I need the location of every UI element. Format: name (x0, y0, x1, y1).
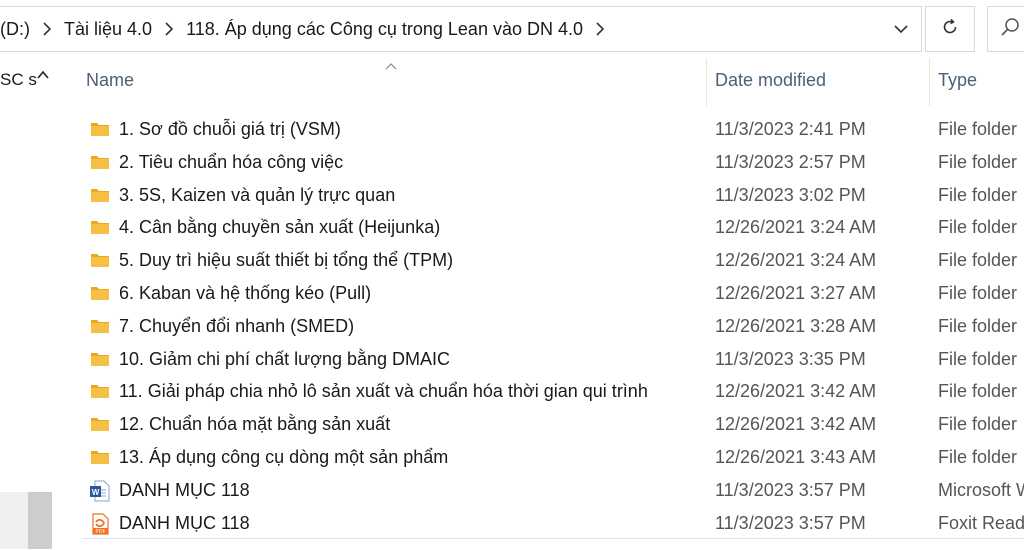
refresh-icon (941, 18, 959, 41)
file-type: File folder (938, 381, 1018, 402)
file-date: 12/26/2021 3:42 AM (715, 414, 877, 435)
breadcrumb-current[interactable]: 118. Áp dụng các Công cụ trong Lean vào … (180, 19, 589, 40)
file-row[interactable]: 6. Kaban và hệ thống kéo (Pull) 12/26/202… (82, 277, 1024, 310)
chevron-right-icon[interactable] (38, 19, 56, 39)
file-row[interactable]: 11. Giải pháp chia nhỏ lô sản xuất và ch… (82, 375, 1024, 408)
file-date: 12/26/2021 3:24 AM (715, 217, 877, 238)
file-name: 7. Chuyển đổi nhanh (SMED) (119, 315, 355, 336)
file-row[interactable]: 10. Giảm chi phí chất lượng bằng DMAIC 11… (82, 343, 1024, 376)
file-name: 5. Duy trì hiệu suất thiết bị tổng thể (… (119, 250, 454, 271)
file-type: File folder (938, 184, 1018, 205)
folder-icon (90, 316, 110, 336)
address-bar-area: (D:) Tài liệu 4.0 118. Áp dụng các Công … (0, 0, 1024, 58)
file-type: File folder (938, 447, 1018, 467)
file-date: 11/3/2023 3:57 PM (715, 479, 866, 500)
file-row-partial[interactable] (82, 538, 1024, 550)
file-type: File folder (938, 217, 1018, 238)
chevron-right-icon[interactable] (160, 19, 178, 39)
file-row[interactable]: 7. Chuyển đổi nhanh (SMED) 12/26/2021 3:2… (82, 310, 1024, 343)
file-row[interactable]: 13. Áp dụng công cụ dòng một sản phẩm 12/… (82, 441, 1024, 474)
folder-icon (90, 414, 110, 434)
file-type: File folder (938, 119, 1018, 139)
folder-icon (90, 447, 110, 467)
folder-icon (90, 119, 110, 139)
file-row[interactable]: 4. Cân bằng chuyền sản xuất (Heijunka) 12… (82, 211, 1024, 244)
file-date: 11/3/2023 3:35 PM (715, 348, 866, 369)
svg-text:PDF: PDF (96, 529, 106, 535)
file-row[interactable]: 2. Tiêu chuẩn hóa công việc 11/3/2023 2:5… (82, 146, 1024, 179)
folder-icon (90, 283, 110, 303)
file-name: 6. Kaban và hệ thống kéo (Pull) (119, 283, 372, 303)
file-name: 1. Sơ đồ chuỗi giá trị (VSM) (119, 119, 341, 139)
breadcrumb-folder[interactable]: Tài liệu 4.0 (58, 19, 158, 40)
file-row[interactable]: 12. Chuẩn hóa mặt bằng sản xuất 12/26/202… (82, 408, 1024, 441)
file-date: 12/26/2021 3:42 AM (715, 381, 877, 402)
address-bar[interactable]: (D:) Tài liệu 4.0 118. Áp dụng các Công … (0, 6, 922, 52)
file-type: File folder (938, 348, 1018, 369)
column-header-date[interactable]: Date modified (715, 70, 826, 96)
pdf-doc-icon: PDF (90, 512, 110, 535)
file-name: 4. Cân bằng chuyền sản xuất (Heijunka) (119, 217, 441, 238)
chevron-up-icon[interactable] (36, 68, 50, 82)
folder-icon (90, 217, 110, 237)
file-name: 12. Chuẩn hóa mặt bằng sản xuất (119, 414, 391, 435)
file-date: 12/26/2021 3:27 AM (715, 283, 877, 303)
breadcrumb-drive[interactable]: (D:) (0, 19, 36, 40)
file-name: 3. 5S, Kaizen và quản lý trực quan (119, 184, 396, 205)
file-row[interactable]: 5. Duy trì hiệu suất thiết bị tổng thể (… (82, 244, 1024, 277)
search-box[interactable] (987, 6, 1024, 52)
search-icon (1000, 17, 1020, 42)
file-name: DANH MỤC 118 (119, 479, 250, 500)
column-divider[interactable] (706, 58, 707, 106)
file-type: File folder (938, 414, 1018, 435)
folder-icon (90, 185, 110, 205)
folder-icon (90, 381, 110, 401)
sort-up-icon (384, 58, 398, 70)
file-name: 10. Giảm chi phí chất lượng bằng DMAIC (119, 348, 451, 369)
file-row[interactable]: W DANH MỤC 118 11/3/2023 3:57 PM Microsoft … (82, 474, 1024, 507)
column-header-name[interactable]: Name (86, 70, 134, 96)
file-type: Microsoft W (938, 479, 1024, 500)
file-date: 12/26/2021 3:43 AM (715, 447, 877, 467)
nav-item-label[interactable]: SC s (0, 70, 37, 90)
file-row[interactable]: 1. Sơ đồ chuỗi giá trị (VSM) 11/3/2023 2:… (82, 113, 1024, 146)
nav-scrollbar-thumb[interactable] (28, 492, 52, 549)
file-date: 11/3/2023 3:57 PM (715, 512, 866, 533)
file-type: Foxit Read (938, 512, 1024, 533)
svg-text:W: W (92, 488, 100, 497)
file-name: 13. Áp dụng công cụ dòng một sản phẩm (119, 447, 449, 467)
file-type: File folder (938, 250, 1018, 271)
file-date: 11/3/2023 2:57 PM (715, 151, 866, 172)
file-row[interactable]: 3. 5S, Kaizen và quản lý trực quan 11/3/2… (82, 179, 1024, 212)
file-date: 11/3/2023 2:41 PM (715, 119, 866, 139)
column-header-type[interactable]: Type (938, 70, 977, 96)
word-doc-icon: W (90, 480, 110, 502)
file-row[interactable]: PDF DANH MỤC 118 11/3/2023 3:57 PM Foxit Re… (82, 507, 1024, 540)
file-date: 12/26/2021 3:24 AM (715, 250, 877, 271)
folder-icon (90, 250, 110, 270)
column-divider[interactable] (929, 58, 930, 106)
file-date: 12/26/2021 3:28 AM (715, 315, 877, 336)
navigation-pane: SC s (0, 58, 56, 549)
file-name: DANH MỤC 118 (119, 512, 250, 533)
file-type: File folder (938, 315, 1018, 336)
file-name: 2. Tiêu chuẩn hóa công việc (119, 151, 344, 172)
refresh-button[interactable] (925, 6, 975, 52)
chevron-down-icon[interactable] (881, 7, 921, 51)
chevron-right-icon[interactable] (591, 19, 609, 39)
folder-icon (90, 152, 110, 172)
file-type: File folder (938, 151, 1018, 172)
file-date: 11/3/2023 3:02 PM (715, 184, 866, 205)
file-name: 11. Giải pháp chia nhỏ lô sản xuất và ch… (119, 381, 648, 402)
folder-icon (90, 349, 110, 369)
file-type: File folder (938, 283, 1018, 303)
